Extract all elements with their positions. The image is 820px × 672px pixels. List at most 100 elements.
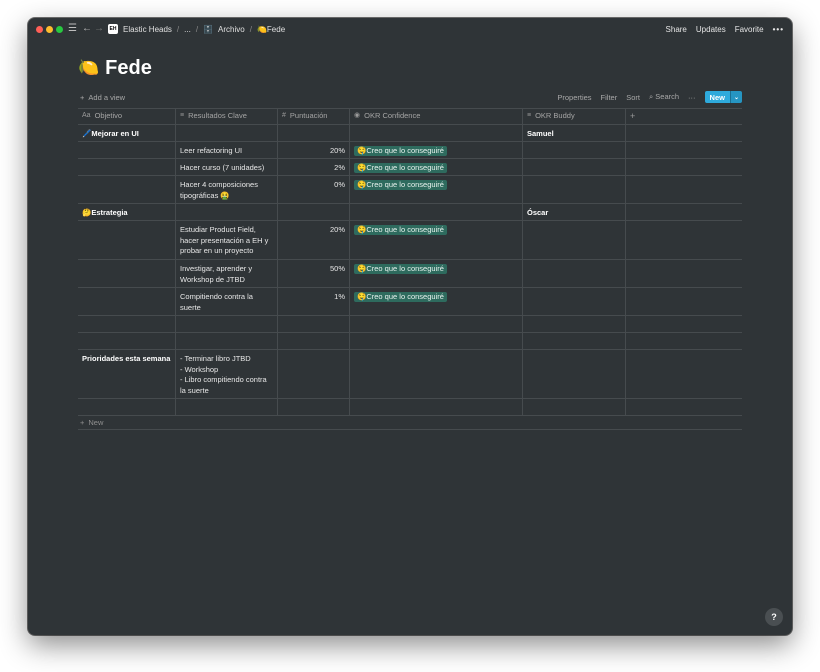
chevron-down-icon[interactable]: ⌄ <box>729 91 742 103</box>
table-cell-resultado[interactable]: - Terminar libro JTBD - Workshop - Libro… <box>176 350 278 398</box>
properties-button[interactable]: Properties <box>557 93 591 102</box>
favorite-button[interactable]: Favorite <box>735 25 764 34</box>
table-row[interactable]: Hacer curso (7 unidades) 2% 🤤Creo que lo c… <box>78 159 742 176</box>
breadcrumb-ellipsis[interactable]: ... <box>184 25 191 34</box>
add-property-button[interactable]: + <box>626 109 742 124</box>
lemon-icon[interactable]: 🍋 <box>78 58 99 78</box>
table-cell-confidence[interactable] <box>350 350 523 398</box>
column-header-puntuacion[interactable]: # Puntuación <box>278 109 350 124</box>
breadcrumb-archivo[interactable]: Archivo <box>218 25 245 34</box>
table-cell-objetivo[interactable] <box>78 221 176 259</box>
table-cell-confidence[interactable]: 🤤Creo que lo conseguiré <box>350 142 523 158</box>
table-cell-buddy[interactable] <box>523 288 626 315</box>
table-cell-puntuacion[interactable] <box>278 125 350 141</box>
table-row[interactable]: Investigar, aprender y Workshop de JTBD 5… <box>78 260 742 288</box>
add-view-button[interactable]: + Add a view <box>80 90 125 104</box>
table-cell-buddy[interactable]: Óscar <box>523 204 626 220</box>
table-row[interactable]: Leer refactoring UI 20% 🤤Creo que lo conse… <box>78 142 742 159</box>
table-cell-puntuacion[interactable] <box>278 350 350 398</box>
table-cell-puntuacion[interactable]: 2% <box>278 159 350 175</box>
back-arrow-icon[interactable]: ← <box>82 22 92 36</box>
column-header-confidence[interactable]: ◉ OKR Confidence <box>350 109 523 124</box>
forward-arrow-icon[interactable]: → <box>94 22 104 36</box>
table-cell-resultado[interactable]: Hacer 4 composiciones tipográficas 🤮 <box>176 176 278 203</box>
table-cell-objetivo[interactable] <box>78 288 176 315</box>
help-button[interactable]: ? <box>765 608 783 626</box>
table-cell-confidence[interactable]: 🤤Creo que lo conseguiré <box>350 288 523 315</box>
table-cell-buddy[interactable] <box>523 159 626 175</box>
table-cell-confidence[interactable]: 🤤Creo que lo conseguiré <box>350 159 523 175</box>
table-cell-resultado[interactable]: Estudiar Product Field, hacer presentaci… <box>176 221 278 259</box>
table-cell-objetivo[interactable] <box>78 333 176 349</box>
table-cell-buddy[interactable] <box>523 176 626 203</box>
table-cell-puntuacion[interactable]: 20% <box>278 142 350 158</box>
table-row[interactable] <box>78 399 742 416</box>
table-row[interactable]: Estudiar Product Field, hacer presentaci… <box>78 221 742 260</box>
hamburger-menu-icon[interactable]: ☰ <box>68 22 77 36</box>
table-cell-objetivo[interactable]: 🖊️Mejorar en UI <box>78 125 176 141</box>
table-cell-resultado[interactable]: Investigar, aprender y Workshop de JTBD <box>176 260 278 287</box>
table-cell-puntuacion[interactable]: 50% <box>278 260 350 287</box>
table-cell-resultado[interactable] <box>176 333 278 349</box>
table-cell-objetivo[interactable] <box>78 142 176 158</box>
table-cell-puntuacion[interactable]: 1% <box>278 288 350 315</box>
column-header-resultados[interactable]: ≡ Resultados Clave <box>176 109 278 124</box>
table-cell-confidence[interactable]: 🤤Creo que lo conseguiré <box>350 176 523 203</box>
table-cell-confidence[interactable]: 🤤Creo que lo conseguiré <box>350 260 523 287</box>
table-cell-resultado[interactable] <box>176 125 278 141</box>
table-cell-resultado[interactable]: Compitiendo contra la suerte <box>176 288 278 315</box>
table-cell-puntuacion[interactable]: 20% <box>278 221 350 259</box>
table-cell-resultado[interactable] <box>176 399 278 415</box>
more-options-icon[interactable]: ••• <box>773 25 784 34</box>
page-title-text[interactable]: Fede <box>105 57 152 80</box>
table-cell-objetivo[interactable]: 🤔Estrategia <box>78 204 176 220</box>
table-cell-resultado[interactable] <box>176 204 278 220</box>
minimize-window-button[interactable] <box>46 26 53 33</box>
table-cell-buddy[interactable]: Samuel <box>523 125 626 141</box>
table-cell-resultado[interactable] <box>176 316 278 332</box>
table-row[interactable] <box>78 316 742 333</box>
table-cell-confidence[interactable] <box>350 333 523 349</box>
table-cell-confidence[interactable] <box>350 399 523 415</box>
table-cell-confidence[interactable] <box>350 316 523 332</box>
table-cell-objetivo[interactable] <box>78 399 176 415</box>
table-cell-buddy[interactable] <box>523 316 626 332</box>
table-row[interactable]: 🖊️Mejorar en UI Samuel <box>78 125 742 142</box>
table-row[interactable]: Compitiendo contra la suerte 1% 🤤Creo que … <box>78 288 742 316</box>
table-cell-puntuacion[interactable] <box>278 399 350 415</box>
table-cell-buddy[interactable] <box>523 399 626 415</box>
table-cell-puntuacion[interactable] <box>278 333 350 349</box>
close-window-button[interactable] <box>36 26 43 33</box>
breadcrumb-workspace[interactable]: Elastic Heads <box>123 25 172 34</box>
more-options-icon[interactable]: ··· <box>688 93 696 102</box>
table-cell-confidence[interactable] <box>350 204 523 220</box>
table-cell-buddy[interactable] <box>523 260 626 287</box>
sort-button[interactable]: Sort <box>626 93 640 102</box>
table-row[interactable]: Prioridades esta semana - Terminar libro … <box>78 350 742 399</box>
column-header-buddy[interactable]: ≡ OKR Buddy <box>523 109 626 124</box>
table-cell-objetivo[interactable] <box>78 176 176 203</box>
column-header-objetivo[interactable]: Aa Objetivo <box>78 109 176 124</box>
filter-button[interactable]: Filter <box>601 93 618 102</box>
table-cell-buddy[interactable] <box>523 142 626 158</box>
table-cell-buddy[interactable] <box>523 221 626 259</box>
zoom-window-button[interactable] <box>56 26 63 33</box>
table-cell-puntuacion[interactable] <box>278 316 350 332</box>
table-row[interactable]: Hacer 4 composiciones tipográficas 🤮 0% 🤤C… <box>78 176 742 204</box>
updates-button[interactable]: Updates <box>696 25 726 34</box>
share-button[interactable]: Share <box>666 25 687 34</box>
table-cell-puntuacion[interactable] <box>278 204 350 220</box>
search-button[interactable]: ⌕ Search <box>649 92 679 102</box>
table-cell-objetivo[interactable] <box>78 260 176 287</box>
table-row[interactable]: 🤔Estrategia Óscar <box>78 204 742 221</box>
table-cell-buddy[interactable] <box>523 333 626 349</box>
table-cell-objetivo[interactable]: Prioridades esta semana <box>78 350 176 398</box>
table-cell-puntuacion[interactable]: 0% <box>278 176 350 203</box>
table-cell-confidence[interactable]: 🤤Creo que lo conseguiré <box>350 221 523 259</box>
table-cell-objetivo[interactable] <box>78 316 176 332</box>
table-cell-resultado[interactable]: Leer refactoring UI <box>176 142 278 158</box>
table-cell-buddy[interactable] <box>523 350 626 398</box>
add-row-button[interactable]: + New <box>80 416 103 428</box>
breadcrumb-fede[interactable]: 🍋Fede <box>257 25 285 34</box>
table-cell-objetivo[interactable] <box>78 159 176 175</box>
